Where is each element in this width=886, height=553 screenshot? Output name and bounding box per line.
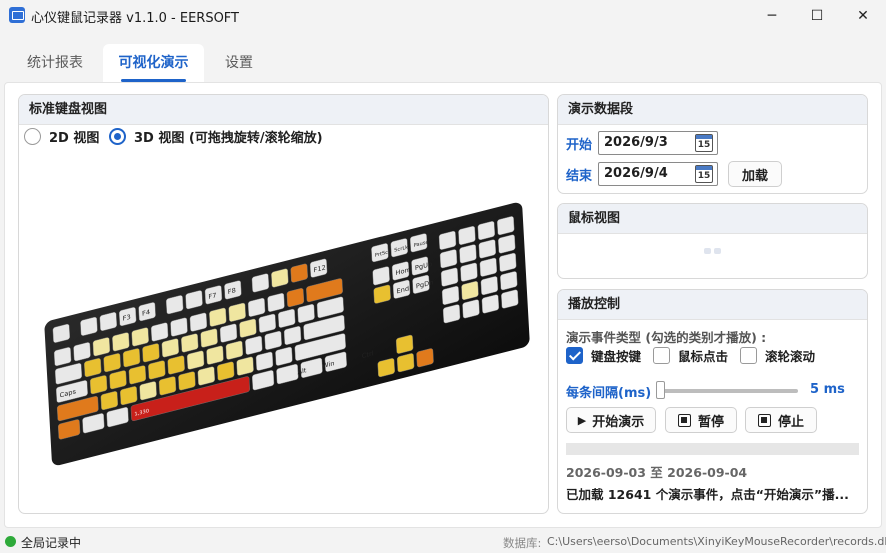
view-3d-label: 3D 视图 (可拖拽旋转/滚轮缩放)	[134, 131, 323, 146]
window-title: 心仪键鼠记录器 v1.1.0 - EERSOFT	[31, 11, 239, 26]
start-date-picker[interactable]: 2026/9/3 15	[598, 131, 718, 155]
keyboard-event-checkbox[interactable]: 键盘按键	[566, 346, 641, 365]
keyboard-panel: 标准键盘视图 2D 视图 3D 视图 (可拖拽旋转/滚轮缩放) F3 F4 F7 F8…	[18, 94, 549, 514]
wheel-scroll-label: 滚轮滚动	[765, 349, 816, 364]
mouse-click-label: 鼠标点击	[678, 349, 729, 364]
app-logo-icon	[9, 7, 25, 23]
stop-button[interactable]: 停止	[745, 407, 817, 433]
calendar-icon[interactable]: 15	[695, 165, 713, 183]
view-3d-radio[interactable]: 3D 视图 (可拖拽旋转/滚轮缩放)	[109, 127, 323, 146]
stop-label: 停止	[777, 414, 804, 430]
event-types-label: 演示事件类型 (勾选的类别才播放) :	[566, 330, 767, 345]
end-date-label: 结束	[566, 169, 593, 184]
mouse-click-checkbox[interactable]: 鼠标点击	[653, 346, 728, 365]
start-demo-label: 开始演示	[592, 414, 645, 430]
pause-icon	[677, 413, 691, 427]
keyboard-event-label: 键盘按键	[591, 349, 642, 364]
tab-statistics[interactable]: 统计报表	[14, 44, 96, 82]
interval-slider-thumb[interactable]	[656, 381, 665, 399]
playback-panel: 播放控制 演示事件类型 (勾选的类别才播放) : 键盘按键 鼠标点击 滚轮滚动 …	[557, 289, 868, 514]
minimize-button[interactable]: ─	[749, 0, 795, 31]
interval-value: 5 ms	[810, 382, 845, 397]
mouse-panel-title: 鼠标视图	[558, 204, 867, 234]
date-range-text: 2026-09-03 至 2026-09-04	[566, 465, 748, 480]
playback-status-text: 已加载 12641 个演示事件，点击“开始演示”播...	[566, 487, 849, 502]
view-2d-label: 2D 视图	[49, 131, 100, 146]
status-bar: 全局记录中 数据库: C:\Users\eerso\Documents\Xiny…	[0, 531, 886, 553]
keyboard-3d-view[interactable]: F3F4F7F8F12PrtScScrLkPauseCaps1,330Home P…	[19, 153, 549, 513]
radio-indicator	[109, 128, 126, 145]
database-label: 数据库:	[503, 536, 542, 550]
title-bar: 心仪键鼠记录器 v1.1.0 - EERSOFT ─ ☐ ✕	[0, 0, 886, 31]
mouse-panel: 鼠标视图	[557, 203, 868, 279]
end-date-value: 2026/9/4	[604, 166, 668, 181]
mouse-icon	[704, 248, 721, 254]
interval-label: 每条间隔(ms)	[566, 386, 652, 401]
view-2d-radio[interactable]: 2D 视图	[24, 127, 99, 146]
recording-status: 全局记录中	[21, 536, 82, 550]
data-segment-panel: 演示数据段 开始 2026/9/3 15 结束 2026/9/4 15 加载	[557, 94, 868, 194]
play-icon: ▶	[577, 413, 587, 427]
keyboard-panel-title: 标准键盘视图	[19, 95, 548, 125]
calendar-icon[interactable]: 15	[695, 134, 713, 152]
stop-icon	[757, 413, 771, 427]
pause-button[interactable]: 暂停	[665, 407, 737, 433]
checkbox-indicator	[566, 347, 583, 364]
playback-progress-bar	[566, 443, 859, 455]
playback-panel-title: 播放控制	[558, 290, 867, 320]
load-button[interactable]: 加载	[728, 161, 782, 187]
maximize-button[interactable]: ☐	[794, 0, 840, 31]
start-demo-button[interactable]: ▶ 开始演示	[566, 407, 656, 433]
data-segment-title: 演示数据段	[558, 95, 867, 125]
pause-label: 暂停	[697, 414, 724, 430]
database-path: C:\Users\eerso\Documents\XinyiKeyMouseRe…	[547, 535, 886, 548]
close-button[interactable]: ✕	[840, 0, 886, 31]
interval-slider[interactable]	[656, 389, 798, 393]
checkbox-indicator	[653, 347, 670, 364]
checkbox-indicator	[740, 347, 757, 364]
start-date-value: 2026/9/3	[604, 135, 668, 150]
wheel-scroll-checkbox[interactable]: 滚轮滚动	[740, 346, 815, 365]
radio-indicator	[24, 128, 41, 145]
tab-settings[interactable]: 设置	[212, 44, 266, 82]
start-date-label: 开始	[566, 138, 593, 153]
recording-indicator-icon	[5, 536, 16, 547]
end-date-picker[interactable]: 2026/9/4 15	[598, 162, 718, 186]
tab-visualization[interactable]: 可视化演示	[103, 44, 204, 82]
